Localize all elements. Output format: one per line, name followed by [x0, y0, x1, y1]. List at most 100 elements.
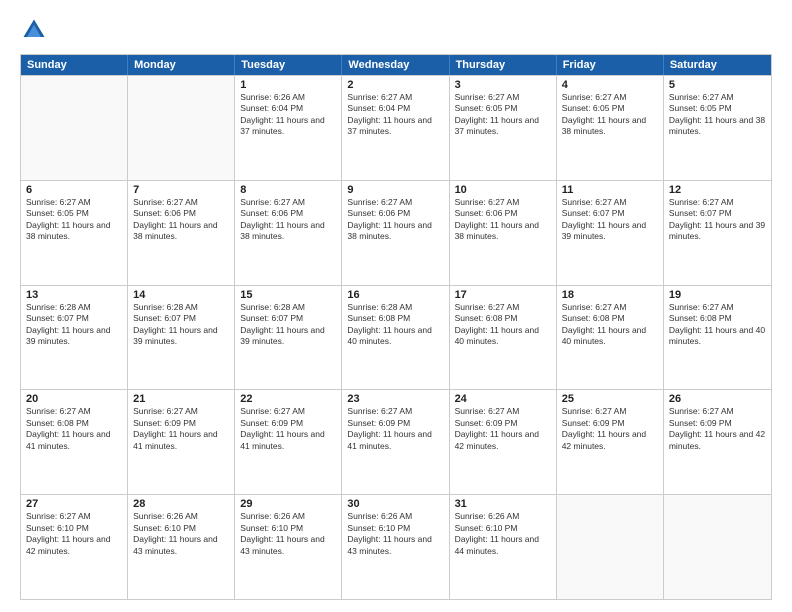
- calendar-cell: 25Sunrise: 6:27 AM Sunset: 6:09 PM Dayli…: [557, 390, 664, 494]
- calendar-cell: 31Sunrise: 6:26 AM Sunset: 6:10 PM Dayli…: [450, 495, 557, 599]
- day-number: 15: [240, 289, 336, 301]
- cell-text: Sunrise: 6:27 AM Sunset: 6:07 PM Dayligh…: [669, 197, 766, 243]
- day-number: 4: [562, 79, 658, 91]
- day-number: 25: [562, 393, 658, 405]
- calendar-week-row: 13Sunrise: 6:28 AM Sunset: 6:07 PM Dayli…: [21, 285, 771, 390]
- cell-text: Sunrise: 6:27 AM Sunset: 6:08 PM Dayligh…: [562, 302, 658, 348]
- calendar-body: 1Sunrise: 6:26 AM Sunset: 6:04 PM Daylig…: [21, 75, 771, 599]
- cell-text: Sunrise: 6:27 AM Sunset: 6:05 PM Dayligh…: [669, 92, 766, 138]
- calendar-cell: 8Sunrise: 6:27 AM Sunset: 6:06 PM Daylig…: [235, 181, 342, 285]
- page: SundayMondayTuesdayWednesdayThursdayFrid…: [0, 0, 792, 612]
- cell-text: Sunrise: 6:27 AM Sunset: 6:09 PM Dayligh…: [133, 406, 229, 452]
- cell-text: Sunrise: 6:27 AM Sunset: 6:05 PM Dayligh…: [455, 92, 551, 138]
- day-number: 28: [133, 498, 229, 510]
- calendar-cell: 14Sunrise: 6:28 AM Sunset: 6:07 PM Dayli…: [128, 286, 235, 390]
- day-number: 12: [669, 184, 766, 196]
- calendar-cell: 24Sunrise: 6:27 AM Sunset: 6:09 PM Dayli…: [450, 390, 557, 494]
- calendar-week-row: 20Sunrise: 6:27 AM Sunset: 6:08 PM Dayli…: [21, 389, 771, 494]
- calendar-cell: 17Sunrise: 6:27 AM Sunset: 6:08 PM Dayli…: [450, 286, 557, 390]
- calendar-cell: [128, 76, 235, 180]
- logo: [20, 16, 52, 44]
- day-number: 19: [669, 289, 766, 301]
- day-header: Monday: [128, 55, 235, 75]
- day-number: 18: [562, 289, 658, 301]
- day-number: 27: [26, 498, 122, 510]
- calendar-cell: 13Sunrise: 6:28 AM Sunset: 6:07 PM Dayli…: [21, 286, 128, 390]
- cell-text: Sunrise: 6:26 AM Sunset: 6:04 PM Dayligh…: [240, 92, 336, 138]
- calendar-cell: 22Sunrise: 6:27 AM Sunset: 6:09 PM Dayli…: [235, 390, 342, 494]
- calendar-cell: 20Sunrise: 6:27 AM Sunset: 6:08 PM Dayli…: [21, 390, 128, 494]
- cell-text: Sunrise: 6:28 AM Sunset: 6:08 PM Dayligh…: [347, 302, 443, 348]
- cell-text: Sunrise: 6:27 AM Sunset: 6:07 PM Dayligh…: [562, 197, 658, 243]
- day-header: Sunday: [21, 55, 128, 75]
- day-number: 9: [347, 184, 443, 196]
- cell-text: Sunrise: 6:28 AM Sunset: 6:07 PM Dayligh…: [133, 302, 229, 348]
- cell-text: Sunrise: 6:27 AM Sunset: 6:09 PM Dayligh…: [347, 406, 443, 452]
- calendar-cell: 7Sunrise: 6:27 AM Sunset: 6:06 PM Daylig…: [128, 181, 235, 285]
- calendar-cell: [21, 76, 128, 180]
- cell-text: Sunrise: 6:28 AM Sunset: 6:07 PM Dayligh…: [26, 302, 122, 348]
- calendar-cell: 28Sunrise: 6:26 AM Sunset: 6:10 PM Dayli…: [128, 495, 235, 599]
- day-number: 3: [455, 79, 551, 91]
- calendar-cell: 29Sunrise: 6:26 AM Sunset: 6:10 PM Dayli…: [235, 495, 342, 599]
- day-header: Thursday: [450, 55, 557, 75]
- cell-text: Sunrise: 6:26 AM Sunset: 6:10 PM Dayligh…: [347, 511, 443, 557]
- cell-text: Sunrise: 6:27 AM Sunset: 6:09 PM Dayligh…: [455, 406, 551, 452]
- cell-text: Sunrise: 6:27 AM Sunset: 6:09 PM Dayligh…: [240, 406, 336, 452]
- header: [20, 16, 772, 44]
- calendar-cell: 12Sunrise: 6:27 AM Sunset: 6:07 PM Dayli…: [664, 181, 771, 285]
- day-number: 23: [347, 393, 443, 405]
- calendar-cell: 3Sunrise: 6:27 AM Sunset: 6:05 PM Daylig…: [450, 76, 557, 180]
- day-number: 5: [669, 79, 766, 91]
- cell-text: Sunrise: 6:27 AM Sunset: 6:09 PM Dayligh…: [669, 406, 766, 452]
- calendar-cell: 26Sunrise: 6:27 AM Sunset: 6:09 PM Dayli…: [664, 390, 771, 494]
- calendar-cell: 1Sunrise: 6:26 AM Sunset: 6:04 PM Daylig…: [235, 76, 342, 180]
- calendar-cell: 4Sunrise: 6:27 AM Sunset: 6:05 PM Daylig…: [557, 76, 664, 180]
- calendar-header: SundayMondayTuesdayWednesdayThursdayFrid…: [21, 55, 771, 75]
- day-number: 13: [26, 289, 122, 301]
- day-number: 21: [133, 393, 229, 405]
- cell-text: Sunrise: 6:26 AM Sunset: 6:10 PM Dayligh…: [455, 511, 551, 557]
- calendar-week-row: 6Sunrise: 6:27 AM Sunset: 6:05 PM Daylig…: [21, 180, 771, 285]
- cell-text: Sunrise: 6:27 AM Sunset: 6:08 PM Dayligh…: [455, 302, 551, 348]
- calendar-cell: 6Sunrise: 6:27 AM Sunset: 6:05 PM Daylig…: [21, 181, 128, 285]
- day-number: 8: [240, 184, 336, 196]
- cell-text: Sunrise: 6:27 AM Sunset: 6:06 PM Dayligh…: [347, 197, 443, 243]
- cell-text: Sunrise: 6:27 AM Sunset: 6:05 PM Dayligh…: [26, 197, 122, 243]
- calendar-cell: [664, 495, 771, 599]
- cell-text: Sunrise: 6:26 AM Sunset: 6:10 PM Dayligh…: [133, 511, 229, 557]
- day-number: 11: [562, 184, 658, 196]
- calendar-cell: 30Sunrise: 6:26 AM Sunset: 6:10 PM Dayli…: [342, 495, 449, 599]
- calendar-cell: 9Sunrise: 6:27 AM Sunset: 6:06 PM Daylig…: [342, 181, 449, 285]
- cell-text: Sunrise: 6:26 AM Sunset: 6:10 PM Dayligh…: [240, 511, 336, 557]
- calendar-cell: 11Sunrise: 6:27 AM Sunset: 6:07 PM Dayli…: [557, 181, 664, 285]
- day-header: Friday: [557, 55, 664, 75]
- day-number: 10: [455, 184, 551, 196]
- calendar-week-row: 27Sunrise: 6:27 AM Sunset: 6:10 PM Dayli…: [21, 494, 771, 599]
- day-number: 17: [455, 289, 551, 301]
- cell-text: Sunrise: 6:27 AM Sunset: 6:05 PM Dayligh…: [562, 92, 658, 138]
- cell-text: Sunrise: 6:27 AM Sunset: 6:08 PM Dayligh…: [669, 302, 766, 348]
- cell-text: Sunrise: 6:27 AM Sunset: 6:06 PM Dayligh…: [240, 197, 336, 243]
- day-number: 20: [26, 393, 122, 405]
- calendar-week-row: 1Sunrise: 6:26 AM Sunset: 6:04 PM Daylig…: [21, 75, 771, 180]
- day-number: 30: [347, 498, 443, 510]
- cell-text: Sunrise: 6:27 AM Sunset: 6:09 PM Dayligh…: [562, 406, 658, 452]
- day-number: 26: [669, 393, 766, 405]
- day-header: Wednesday: [342, 55, 449, 75]
- calendar-cell: 18Sunrise: 6:27 AM Sunset: 6:08 PM Dayli…: [557, 286, 664, 390]
- day-header: Saturday: [664, 55, 771, 75]
- logo-icon: [20, 16, 48, 44]
- day-header: Tuesday: [235, 55, 342, 75]
- calendar-cell: 16Sunrise: 6:28 AM Sunset: 6:08 PM Dayli…: [342, 286, 449, 390]
- calendar: SundayMondayTuesdayWednesdayThursdayFrid…: [20, 54, 772, 600]
- day-number: 14: [133, 289, 229, 301]
- cell-text: Sunrise: 6:27 AM Sunset: 6:06 PM Dayligh…: [133, 197, 229, 243]
- calendar-cell: 5Sunrise: 6:27 AM Sunset: 6:05 PM Daylig…: [664, 76, 771, 180]
- day-number: 7: [133, 184, 229, 196]
- cell-text: Sunrise: 6:27 AM Sunset: 6:08 PM Dayligh…: [26, 406, 122, 452]
- day-number: 6: [26, 184, 122, 196]
- calendar-cell: [557, 495, 664, 599]
- calendar-cell: 21Sunrise: 6:27 AM Sunset: 6:09 PM Dayli…: [128, 390, 235, 494]
- cell-text: Sunrise: 6:27 AM Sunset: 6:10 PM Dayligh…: [26, 511, 122, 557]
